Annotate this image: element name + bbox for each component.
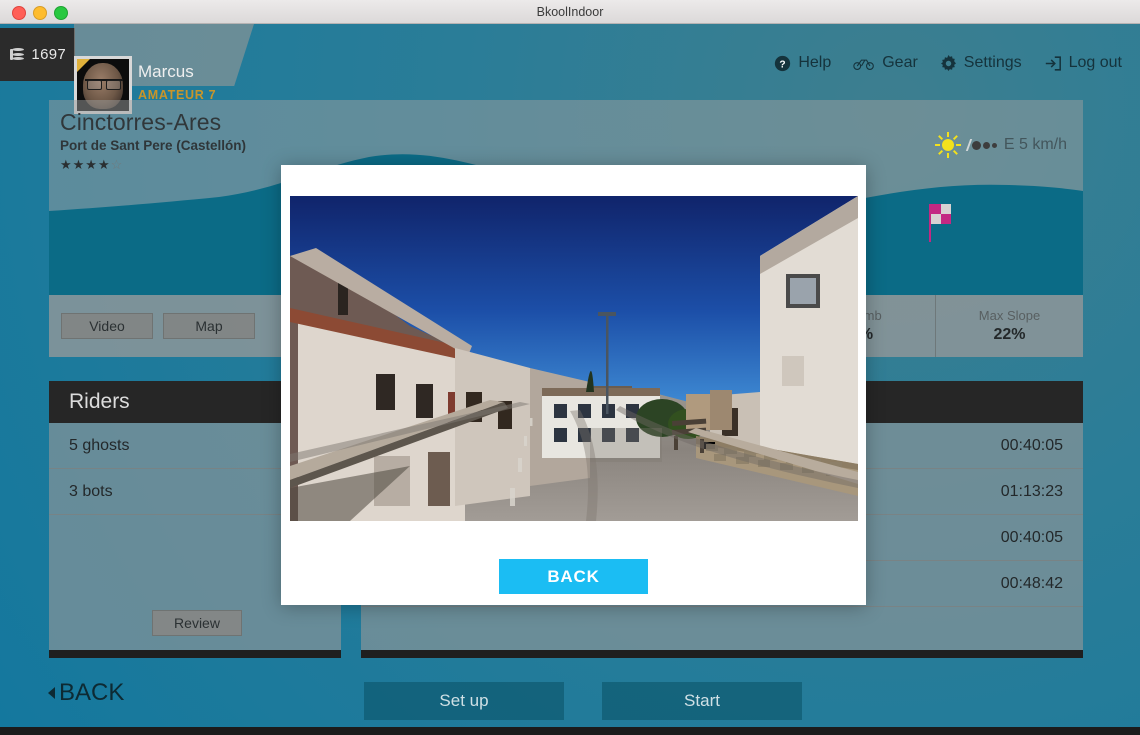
bicycle-icon	[853, 56, 875, 71]
finish-flag-icon	[929, 204, 959, 244]
tab-map[interactable]: Map	[163, 313, 255, 339]
video-preview-image	[290, 196, 858, 521]
setup-button[interactable]: Set up	[364, 682, 564, 720]
stat-max-slope-label: Max Slope	[978, 308, 1041, 323]
app-header: 1697 Marcus AMATEUR 7 ? Help Gear Settin…	[0, 24, 1140, 114]
app-body: 1697 Marcus AMATEUR 7 ? Help Gear Settin…	[0, 24, 1140, 735]
stat-max-slope-value: 22%	[993, 326, 1026, 343]
start-button[interactable]: Start	[602, 682, 802, 720]
nav-settings-label: Settings	[963, 54, 1022, 71]
coins-badge: 1697	[0, 28, 75, 81]
video-preview-modal: BACK	[281, 165, 866, 605]
back-button[interactable]: BACK	[48, 679, 124, 707]
nav-help[interactable]: ? Help	[774, 54, 831, 72]
nav-help-label: Help	[798, 54, 832, 71]
route-rating: ★★★★☆	[60, 157, 123, 173]
window-title: BkoolIndoor	[536, 4, 604, 19]
weather-widget: E 5 km/h	[934, 132, 1067, 158]
nav-gear-label: Gear	[882, 54, 918, 71]
sun-icon	[934, 132, 961, 158]
route-title: Cinctorres-Ares	[60, 109, 222, 135]
wind-text: E 5 km/h	[1003, 136, 1067, 153]
coins-value: 1697	[31, 46, 66, 63]
wind-icon	[965, 139, 997, 151]
logout-icon	[1044, 55, 1062, 72]
gear-icon	[940, 54, 957, 72]
tab-video[interactable]: Video	[61, 313, 153, 339]
minimize-button[interactable]	[33, 6, 47, 20]
nav-logout[interactable]: Log out	[1044, 54, 1122, 72]
rating-empty: ☆	[110, 157, 124, 172]
back-button-label: BACK	[59, 679, 125, 706]
header-nav: ? Help Gear Settings Log out	[774, 54, 1122, 72]
window-bottom-bar	[0, 727, 1140, 735]
route-tabs: Video Map	[49, 313, 255, 339]
app-window: BkoolIndoor 1697 Marcus AMATEUR 7 ? Help…	[0, 0, 1140, 735]
coins-icon	[10, 47, 26, 62]
panel-footer	[361, 650, 1083, 658]
stat-max-slope: Max Slope 22%	[935, 295, 1083, 357]
nav-gear-bike[interactable]: Gear	[853, 54, 918, 72]
review-button[interactable]: Review	[152, 610, 242, 636]
window-titlebar: BkoolIndoor	[0, 0, 1140, 24]
help-circle-icon: ?	[774, 55, 791, 72]
maximize-button[interactable]	[54, 6, 68, 20]
traffic-lights	[12, 6, 68, 20]
nav-logout-label: Log out	[1068, 54, 1122, 71]
close-button[interactable]	[12, 6, 26, 20]
user-name: Marcus	[138, 62, 194, 81]
modal-back-button[interactable]: BACK	[499, 559, 648, 594]
chevron-left-icon	[48, 687, 55, 699]
route-subtitle: Port de Sant Pere (Castellón)	[60, 138, 247, 153]
panel-footer	[49, 650, 341, 658]
rating-half: ★	[97, 157, 111, 172]
nav-settings[interactable]: Settings	[940, 54, 1022, 72]
svg-text:?: ?	[780, 59, 786, 70]
rating-full: ★★★	[60, 157, 98, 172]
